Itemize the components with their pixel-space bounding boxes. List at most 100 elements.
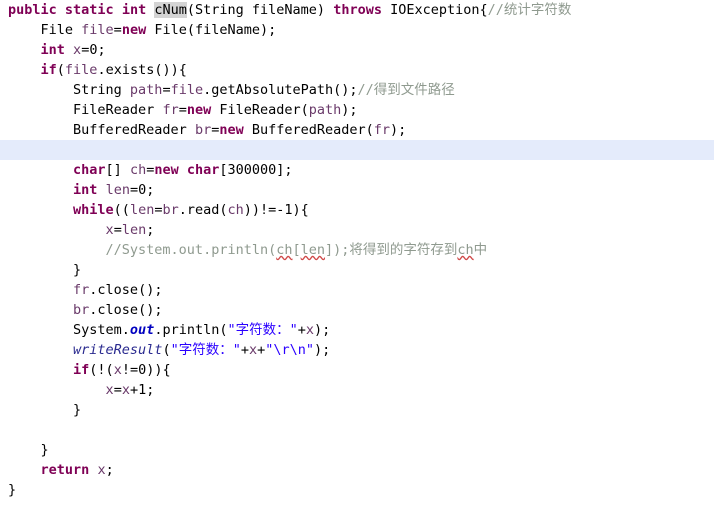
code-line[interactable]: public static int cNum(String fileName) … (0, 0, 714, 20)
code-line[interactable]: fr.close(); (0, 280, 714, 300)
code-token: "字符数：" (170, 342, 241, 358)
code-line[interactable]: int x=0; (0, 40, 714, 60)
code-line[interactable]: if(!(x!=0)){ (0, 360, 714, 380)
code-line[interactable]: char[] ch=new char[300000]; (0, 160, 714, 180)
code-line[interactable]: int len=0; (0, 180, 714, 200)
code-token: ch (227, 202, 244, 218)
code-token: +1; (129, 382, 155, 398)
code-token: x (305, 322, 315, 338)
code-token: =0; (129, 182, 155, 198)
code-token: public (8, 2, 57, 18)
code-token: ; (146, 222, 155, 238)
code-line[interactable]: x=len; (0, 220, 714, 240)
code-line[interactable]: } (0, 440, 714, 460)
code-line[interactable]: } (0, 260, 714, 280)
code-token: fr (162, 102, 179, 118)
code-token: .read( (178, 202, 228, 218)
code-token: file (64, 62, 98, 78)
code-token: .getAbsolutePath(); (203, 82, 358, 98)
code-line[interactable]: return x; (0, 460, 714, 480)
code-token: [ (292, 242, 301, 258)
code-token: ch (276, 242, 293, 258)
code-token: ))!=-1){ (243, 202, 309, 218)
code-line[interactable]: br.close(); (0, 300, 714, 320)
code-token: x (73, 42, 82, 58)
code-token: x (105, 382, 114, 398)
code-token: //得到文件路径 (357, 82, 455, 98)
code-token: (!( (89, 362, 114, 378)
code-token: } (8, 262, 82, 278)
code-line[interactable] (0, 420, 714, 440)
code-token: static (64, 2, 114, 18)
code-line[interactable]: if(file.exists()){ (0, 60, 714, 80)
code-token: cNum (154, 2, 187, 18)
code-token: new (154, 162, 179, 178)
code-token: path (129, 82, 163, 98)
code-token: writeResult (73, 342, 163, 358)
code-token: ); (390, 122, 407, 138)
code-token: } (8, 402, 82, 418)
code-line[interactable]: System.out.println("字符数："+x); (0, 320, 714, 340)
code-token: ]); (325, 242, 350, 258)
code-token: = (113, 22, 122, 38)
code-token: = (113, 222, 122, 238)
code-token: x (121, 382, 130, 398)
code-token: .println( (154, 322, 228, 338)
code-line[interactable] (0, 140, 714, 160)
code-token: out (129, 322, 155, 338)
code-line[interactable]: String path=file.getAbsolutePath();//得到文… (0, 80, 714, 100)
code-token: + (240, 342, 249, 358)
code-token: [300000]; (219, 162, 293, 178)
code-line[interactable]: } (0, 480, 714, 500)
code-token: = (178, 102, 187, 118)
code-line[interactable]: x=x+1; (0, 380, 714, 400)
code-token: if (73, 362, 90, 378)
code-token: return (40, 462, 90, 478)
code-token: (String fileName) (186, 2, 334, 18)
code-token: .close(); (89, 282, 163, 298)
code-line-list[interactable]: public static int cNum(String fileName) … (0, 0, 714, 500)
code-token: = (113, 382, 122, 398)
code-token: 中 (473, 242, 488, 258)
code-line[interactable]: BufferedReader br=new BufferedReader(fr)… (0, 120, 714, 140)
code-editor-pane[interactable]: public static int cNum(String fileName) … (0, 0, 714, 525)
code-token: !=0)){ (121, 362, 171, 378)
code-token: file (170, 82, 204, 98)
code-token: =0; (81, 42, 106, 58)
code-token: len (300, 242, 326, 258)
code-line[interactable]: File file=new File(fileName); (0, 20, 714, 40)
code-token: fr (73, 282, 90, 298)
code-line[interactable]: FileReader fr=new FileReader(path); (0, 100, 714, 120)
code-token: ch (129, 162, 147, 178)
code-token: ; (105, 462, 114, 478)
code-token: .close(); (89, 302, 163, 318)
code-token: if (40, 62, 57, 78)
code-line[interactable]: //System.out.println(ch[len]);将得到的字符存到ch… (0, 240, 714, 260)
code-line[interactable]: } (0, 400, 714, 420)
code-token: ( (162, 342, 171, 358)
code-line[interactable]: writeResult("字符数："+x+"\r\n"); (0, 340, 714, 360)
code-token: File(fileName); (146, 22, 277, 38)
code-token: .exists()){ (97, 62, 187, 78)
code-token: len (129, 202, 155, 218)
code-token: path (308, 102, 342, 118)
code-token: String (8, 82, 130, 98)
code-token: br (194, 122, 212, 138)
code-token: x (105, 222, 114, 238)
code-token: int (121, 2, 147, 18)
code-token: ( (56, 62, 65, 78)
code-token: ); (341, 102, 358, 118)
code-token: fr (373, 122, 391, 138)
code-line[interactable]: while((len=br.read(ch))!=-1){ (0, 200, 714, 220)
